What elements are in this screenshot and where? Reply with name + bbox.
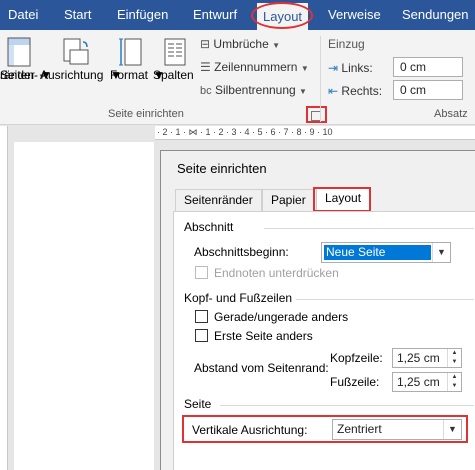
layout-tab-panel: Abschnitt Abschnittsbeginn: Neue Seite ▼… — [173, 211, 475, 470]
section-start-label: Abschnittsbeginn: — [194, 245, 289, 259]
paragraph-group-label: Absatz — [434, 108, 468, 120]
indent-left-input[interactable]: 0 cm — [393, 57, 463, 77]
hyphenation-icon: bc — [200, 85, 212, 97]
header-distance-label: Kopfzeile: — [330, 351, 383, 365]
indent-left-icon: ⇥ — [328, 61, 339, 75]
chevron-down-icon: ▼ — [110, 68, 122, 82]
chevron-down-icon: ▼ — [272, 41, 281, 50]
dialog-title: Seite einrichten — [177, 161, 267, 176]
vertical-ruler — [0, 126, 8, 470]
chevron-down-icon: ▼ — [40, 68, 52, 82]
line-numbers-icon: ☰ — [200, 60, 211, 74]
ribbon-tab-bar: Datei Start Einfügen Entwurf Layout Verw… — [0, 0, 475, 30]
tab-dialog-layout[interactable]: Layout — [316, 187, 371, 212]
tab-start[interactable]: Start — [64, 0, 91, 30]
orientation-icon — [63, 38, 89, 65]
indent-header: Einzug — [328, 37, 365, 51]
odd-even-label: Gerade/ungerade anders — [214, 310, 349, 324]
spin-up-icon[interactable]: ▲ — [447, 349, 461, 358]
vertical-alignment-select[interactable]: Zentriert ▼ — [332, 419, 462, 440]
section-start-value: Neue Seite — [324, 245, 431, 260]
margins-label-2: ränder — [0, 68, 35, 82]
odd-even-checkbox[interactable] — [195, 310, 208, 323]
first-page-checkbox[interactable] — [195, 329, 208, 342]
section-divider — [264, 228, 474, 229]
chevron-down-icon: ▼ — [299, 87, 307, 96]
chevron-down-icon: ▼ — [432, 243, 450, 262]
hyphenation-button[interactable]: bc Silbentrennung ▼ — [200, 80, 307, 100]
indent-right-label: ⇤ Rechts: — [328, 81, 382, 101]
margins-icon — [7, 37, 31, 67]
indent-right-text: Rechts: — [341, 84, 383, 98]
ribbon-layout-panel: Seiten- ränder ▼ Ausrichtung ▼ Format ▼ … — [0, 30, 475, 125]
page-size-icon — [119, 38, 142, 66]
horizontal-ruler: · 2 · 1 · ⋈ · 1 · 2 · 3 · 4 · 5 · 6 · 7 … — [155, 126, 475, 140]
page-setup-dialog: Seite einrichten Seitenränder Papier Lay… — [160, 150, 475, 470]
size-button[interactable]: Format ▼ — [110, 36, 152, 106]
indent-left-text: Links: — [341, 61, 373, 75]
vertical-alignment-value: Zentriert — [337, 422, 382, 436]
hyphenation-label: Silbentrennung — [214, 83, 296, 97]
orientation-button[interactable]: Ausrichtung ▼ — [40, 36, 110, 106]
indent-right-icon: ⇤ — [328, 84, 339, 98]
tab-seitenraender[interactable]: Seitenränder — [175, 189, 262, 211]
page-divider — [220, 405, 474, 406]
chevron-down-icon: ▼ — [443, 420, 461, 439]
columns-button[interactable]: Spalten ▼ — [153, 36, 197, 106]
tab-datei[interactable]: Datei — [8, 0, 38, 30]
chevron-down-icon: ▼ — [300, 64, 309, 73]
header-footer-divider — [296, 299, 474, 300]
first-page-label: Erste Seite anders — [214, 329, 313, 343]
ruler-ticks: · 2 · 1 · ⋈ · 1 · 2 · 3 · 4 · 5 · 6 · 7 … — [157, 127, 333, 137]
document-page — [14, 142, 154, 470]
section-start-select[interactable]: Neue Seite ▼ — [321, 242, 451, 263]
section-header: Abschnitt — [184, 220, 234, 234]
spin-down-icon[interactable]: ▼ — [447, 382, 461, 391]
breaks-button[interactable]: ⊟ Umbrüche ▼ — [200, 34, 280, 54]
tab-entwurf[interactable]: Entwurf — [193, 0, 237, 30]
footer-distance-value: 1,25 cm — [397, 375, 440, 389]
breaks-label: Umbrüche — [213, 37, 269, 51]
tab-layout[interactable]: Layout — [257, 3, 309, 30]
spin-down-icon[interactable]: ▼ — [447, 358, 461, 367]
line-numbers-button[interactable]: ☰ Zeilennummern ▼ — [200, 57, 309, 77]
header-distance-value: 1,25 cm — [397, 351, 440, 365]
tab-einfuegen[interactable]: Einfügen — [117, 0, 168, 30]
columns-icon — [164, 38, 186, 66]
suppress-endnotes-label: Endnoten unterdrücken — [214, 266, 339, 280]
suppress-endnotes-checkbox[interactable] — [195, 266, 208, 279]
header-footer-header: Kopf- und Fußzeilen — [184, 291, 293, 305]
header-distance-input[interactable]: 1,25 cm ▲ ▼ — [392, 348, 462, 368]
tab-sendungen[interactable]: Sendungen — [402, 0, 469, 30]
tab-papier[interactable]: Papier — [262, 189, 315, 211]
from-edge-label: Abstand vom Seitenrand: — [194, 361, 329, 375]
line-numbers-label: Zeilennummern — [214, 60, 298, 74]
margins-button[interactable]: Seiten- ränder ▼ — [0, 36, 46, 106]
chevron-down-icon: ▼ — [153, 68, 165, 82]
page-setup-group-label: Seite einrichten — [108, 108, 184, 120]
indent-right-input[interactable]: 0 cm — [393, 80, 463, 100]
footer-distance-label: Fußzeile: — [330, 375, 380, 389]
breaks-icon: ⊟ — [200, 37, 211, 51]
tab-verweise[interactable]: Verweise — [328, 0, 381, 30]
spin-up-icon[interactable]: ▲ — [447, 373, 461, 382]
vertical-alignment-label: Vertikale Ausrichtung: — [192, 423, 308, 437]
footer-distance-input[interactable]: 1,25 cm ▲ ▼ — [392, 372, 462, 392]
page-header: Seite — [184, 397, 212, 411]
indent-left-label: ⇥ Links: — [328, 58, 373, 78]
group-divider — [320, 36, 321, 122]
